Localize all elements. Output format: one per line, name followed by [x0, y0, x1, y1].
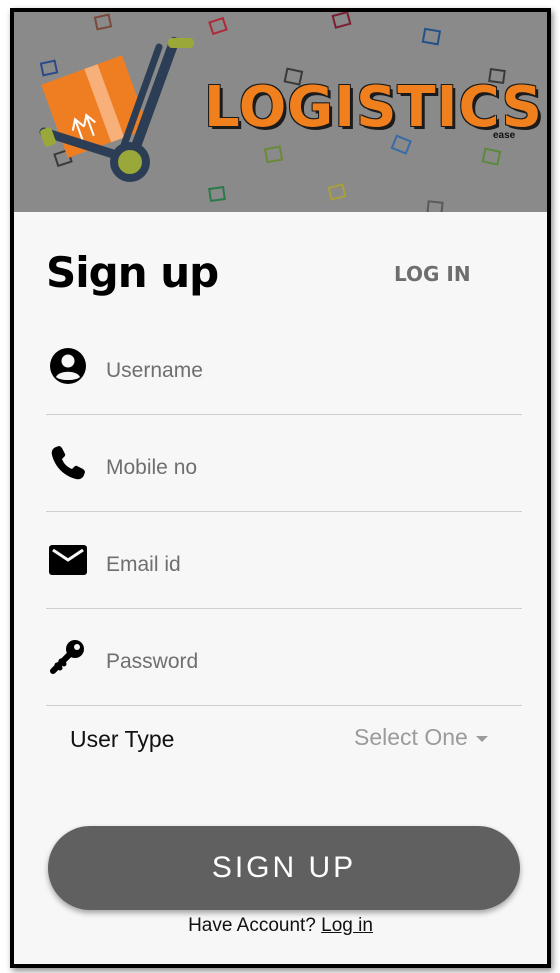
phone-icon [51, 446, 85, 480]
mobile-field-row [46, 415, 522, 512]
mail-icon [49, 545, 87, 575]
signup-button[interactable]: SIGN UP [48, 826, 520, 910]
key-icon [50, 640, 84, 674]
password-input[interactable] [104, 641, 508, 683]
email-field-row [46, 512, 522, 609]
account-circle-icon [50, 348, 86, 384]
dropdown-caret-icon [475, 735, 488, 742]
password-field-row [46, 609, 522, 706]
header-banner: LOGISTICS ease [14, 12, 547, 212]
mobile-input[interactable] [104, 447, 508, 489]
login-link[interactable]: Log in [321, 915, 373, 936]
username-input[interactable] [104, 350, 508, 392]
have-account-text: Have Account? [188, 915, 316, 936]
have-account-row: Have Account? Log in [14, 915, 547, 937]
user-type-label: User Type [70, 726, 175, 752]
user-type-selected-value: Select One [354, 724, 468, 750]
email-input[interactable] [104, 544, 508, 586]
user-type-select[interactable]: Select One [354, 724, 488, 751]
username-field-row [46, 318, 522, 415]
logo-wordmark: LOGISTICS [204, 75, 543, 140]
login-tab[interactable]: LOG IN [394, 262, 471, 286]
app-frame: LOGISTICS ease Sign up LOG IN Username M… [10, 8, 551, 968]
page-title: Sign up [46, 248, 219, 297]
logo-subtitle: ease [493, 130, 516, 141]
